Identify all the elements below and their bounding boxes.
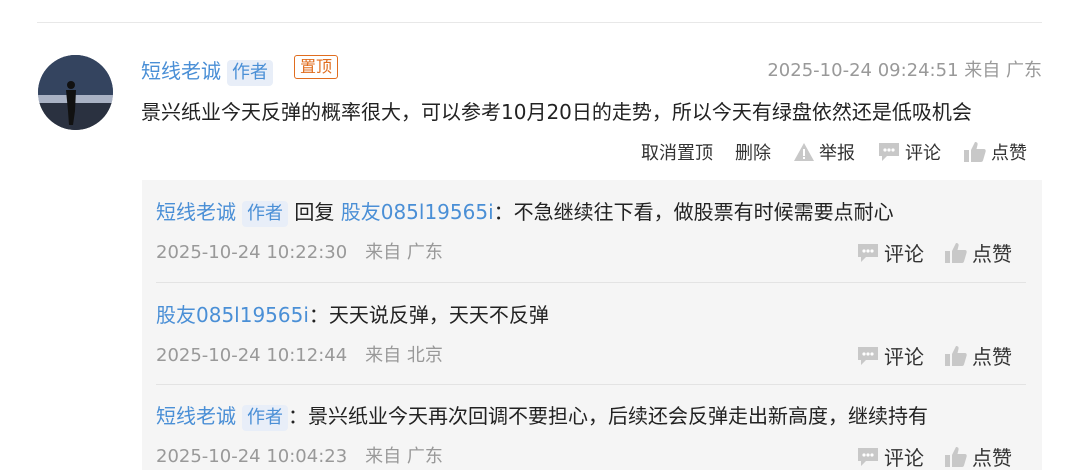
author-tag: 作者 [227,60,273,86]
thumbs-up-icon [945,446,967,467]
reply-actions: 评论 点赞 [856,238,1012,267]
main-comment-text: 景兴纸业今天反弹的概率很大，可以参考10月20日的走势，所以今天有绿盘依然还是低… [141,100,972,124]
avatar-image [38,55,113,130]
reply-colon: ： [308,303,329,327]
reply-colon: ： [493,200,514,224]
thumbs-up-icon [945,345,967,366]
reply-list: 短线老诚 作者 回复 股友085l19565i：不急继续往下看，做股票有时候需要点… [142,180,1042,470]
reply-word: 回复 [294,200,335,224]
reply-like-button[interactable]: 点赞 [944,238,1012,267]
thumbs-up-icon [964,142,986,162]
reply-item: 股友085l19565i：天天说反弹，天天不反弹 2025-10-24 10:1… [156,299,1026,369]
unpin-label: 取消置顶 [641,143,713,164]
author-tag: 作者 [242,405,288,431]
reply-like-button[interactable]: 点赞 [944,442,1012,471]
main-author-name[interactable]: 短线老诚 作者 [141,55,273,86]
comment-icon [858,447,878,466]
report-label: 举报 [819,143,855,164]
like-label: 点赞 [972,446,1012,470]
reply-like-button[interactable]: 点赞 [944,341,1012,370]
reply-target-user[interactable]: 股友085l19565i [341,200,494,224]
reply-item: 短线老诚 作者 ：景兴纸业今天再次回调不要担心，后续还会反弹走出新高度，继续持有 2… [156,400,1026,470]
reply-author[interactable]: 短线老诚 [156,200,236,224]
report-button[interactable]: 举报 [793,139,855,165]
comment-icon [858,243,878,262]
reply-location: 来自 广东 [365,242,443,263]
reply-text: 景兴纸业今天再次回调不要担心，后续还会反弹走出新高度，继续持有 [308,404,928,428]
reply-text: 不急继续往下看，做股票有时候需要点耐心 [513,200,894,224]
reply-text: 天天说反弹，天天不反弹 [328,303,549,327]
reply-divider [156,282,1026,283]
thumbs-up-icon [945,242,967,263]
top-divider [37,22,1042,23]
reply-comment-button[interactable]: 评论 [856,341,924,370]
reply-colon: ： [288,404,308,428]
comment-button[interactable]: 评论 [877,139,941,165]
reply-location: 来自 广东 [365,446,443,467]
reply-comment-button[interactable]: 评论 [856,442,924,471]
reply-divider [156,384,1026,385]
author-name-text[interactable]: 短线老诚 [141,59,221,83]
unpin-button[interactable]: 取消置顶 [641,139,713,165]
comment-label: 评论 [884,242,924,266]
reply-datetime: 2025-10-24 10:12:44 [156,345,348,366]
comment-icon [879,143,899,161]
like-label: 点赞 [972,242,1012,266]
avatar[interactable] [38,55,113,130]
like-button[interactable]: 点赞 [963,139,1027,165]
reply-actions: 评论 点赞 [856,442,1012,471]
reply-location: 来自 北京 [365,345,443,366]
reply-author[interactable]: 股友085l19565i [156,303,309,327]
comment-icon [858,346,878,365]
warning-icon [794,143,814,161]
comment-label: 评论 [884,446,924,470]
author-tag: 作者 [242,201,288,227]
like-label: 点赞 [991,143,1027,164]
reply-datetime: 2025-10-24 10:22:30 [156,242,348,263]
reply-line: 短线老诚 作者 ：景兴纸业今天再次回调不要担心，后续还会反弹走出新高度，继续持有 [156,400,1026,431]
reply-actions: 评论 点赞 [856,341,1012,370]
reply-author[interactable]: 短线老诚 [156,404,236,428]
like-label: 点赞 [972,345,1012,369]
comment-label: 评论 [884,345,924,369]
delete-button[interactable]: 删除 [735,139,771,165]
reply-item: 短线老诚 作者 回复 股友085l19565i：不急继续往下看，做股票有时候需要点… [156,196,1026,266]
main-meta: 2025-10-24 09:24:51 来自 广东 [767,56,1042,82]
reply-datetime: 2025-10-24 10:04:23 [156,446,348,467]
delete-label: 删除 [735,143,771,164]
reply-meta: 2025-10-24 10:04:23 来自 广东 [156,442,443,468]
main-location: 来自 广东 [964,60,1042,81]
reply-meta: 2025-10-24 10:12:44 来自 北京 [156,341,443,367]
reply-line: 短线老诚 作者 回复 股友085l19565i：不急继续往下看，做股票有时候需要点… [156,196,1026,227]
main-actions: 取消置顶 删除 举报 评论 点赞 [641,139,1027,165]
reply-line: 股友085l19565i：天天说反弹，天天不反弹 [156,299,1026,328]
pinned-tag: 置顶 [294,55,339,79]
reply-meta: 2025-10-24 10:22:30 来自 广东 [156,238,443,264]
main-datetime: 2025-10-24 09:24:51 [767,60,959,81]
reply-comment-button[interactable]: 评论 [856,238,924,267]
comment-label: 评论 [905,143,941,164]
